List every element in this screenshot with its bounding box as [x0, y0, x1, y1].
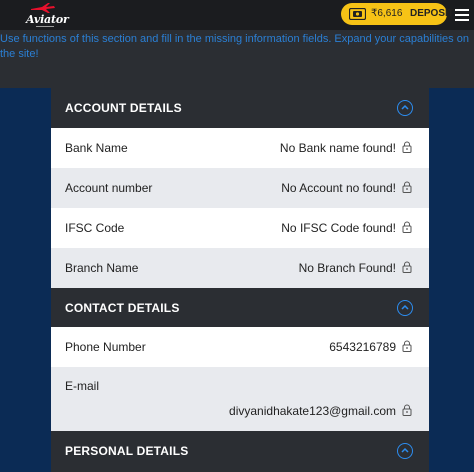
- logo-text: Aviator: [26, 13, 69, 26]
- email-label: E-mail: [65, 379, 100, 393]
- lock-icon: [402, 141, 412, 153]
- hamburger-icon[interactable]: [455, 9, 469, 21]
- info-text: Use functions of this section and fill i…: [0, 33, 469, 60]
- chevron-up-icon[interactable]: [397, 443, 413, 459]
- email-value: divyanidhakate123@gmail.com: [229, 404, 396, 418]
- account-number-value: No Account no found!: [281, 181, 396, 195]
- phone-number-label: Phone Number: [65, 340, 146, 354]
- branch-name-value: No Branch Found!: [298, 261, 396, 275]
- chevron-up-icon[interactable]: [397, 300, 413, 316]
- lock-icon: [402, 340, 412, 352]
- deposit-label: DEPOSIT: [410, 8, 454, 19]
- chevron-up-icon[interactable]: [397, 100, 413, 116]
- personal-details-header[interactable]: PERSONAL DETAILS: [51, 431, 429, 471]
- lock-icon: [402, 404, 412, 416]
- deposit-button[interactable]: ₹6,616 DEPOSIT: [341, 3, 454, 25]
- account-number-label: Account number: [65, 181, 153, 195]
- phone-number-value: 6543216789: [329, 340, 396, 354]
- bank-name-value: No Bank name found!: [279, 141, 396, 155]
- aviator-logo[interactable]: Aviator: [22, 2, 69, 30]
- account-details-header[interactable]: ACCOUNT DETAILS: [51, 88, 429, 128]
- branch-name-label: Branch Name: [65, 261, 139, 275]
- lock-icon: [402, 181, 412, 193]
- balance-amount: ₹6,616: [371, 8, 403, 19]
- account-number-row: Account number No Account no found!: [51, 168, 429, 208]
- ifsc-code-value: No IFSC Code found!: [281, 221, 396, 235]
- section-title: ACCOUNT DETAILS: [65, 101, 182, 115]
- wallet-icon: [349, 8, 366, 20]
- email-row: E-mail divyanidhakate123@gmail.com: [51, 367, 429, 431]
- logo-underline: [36, 26, 54, 27]
- info-band: Use functions of this section and fill i…: [0, 30, 474, 88]
- section-title: PERSONAL DETAILS: [65, 444, 189, 458]
- phone-number-row: Phone Number 6543216789: [51, 327, 429, 367]
- contact-details-header[interactable]: CONTACT DETAILS: [51, 288, 429, 328]
- branch-name-row: Branch Name No Branch Found!: [51, 248, 429, 288]
- section-title: CONTACT DETAILS: [65, 301, 180, 315]
- bank-name-label: Bank Name: [65, 141, 128, 155]
- lock-icon: [402, 261, 412, 273]
- lock-icon: [402, 221, 412, 233]
- top-bar: Aviator ₹6,616 DEPOSIT: [0, 0, 474, 30]
- bank-name-row: Bank Name No Bank name found!: [51, 128, 429, 168]
- ifsc-code-label: IFSC Code: [65, 221, 125, 235]
- ifsc-code-row: IFSC Code No IFSC Code found!: [51, 208, 429, 248]
